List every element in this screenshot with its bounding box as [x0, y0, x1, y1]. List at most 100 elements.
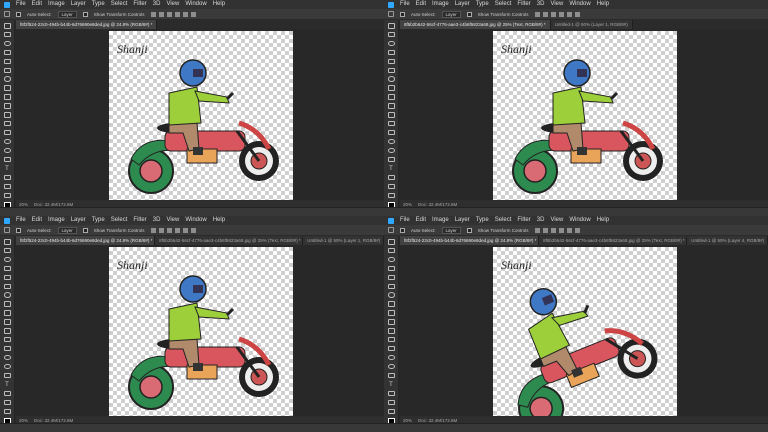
document-tab[interactable]: f8f2f524-23c0-494b-b44b-6d76690e8ded.jpg…	[16, 20, 158, 29]
align-middle-icon[interactable]	[182, 227, 188, 233]
align-right-icon[interactable]	[550, 11, 556, 17]
document-tab[interactable]: f8f2f524-23c0-494b-b44b-6d76690e8ded.jpg…	[400, 236, 540, 245]
zoom-level[interactable]: 20%	[19, 418, 28, 423]
gradient-tool-icon[interactable]	[3, 129, 11, 136]
move-tool-icon[interactable]	[387, 23, 395, 29]
layer-select[interactable]: Layer	[441, 10, 461, 18]
eyedropper-tool-icon[interactable]	[387, 76, 395, 82]
menu-edit[interactable]: Edit	[416, 216, 426, 225]
brush-tool-icon[interactable]	[387, 310, 395, 316]
menu-window[interactable]: Window	[185, 0, 206, 9]
menu-filter[interactable]: Filter	[133, 0, 146, 9]
menu-edit[interactable]: Edit	[32, 216, 42, 225]
path-select-tool-icon[interactable]	[387, 390, 395, 397]
align-top-icon[interactable]	[174, 11, 180, 17]
layer-select[interactable]: Layer	[57, 226, 77, 234]
brush-tool-icon[interactable]	[387, 94, 395, 100]
lasso-tool-icon[interactable]	[3, 40, 11, 47]
menu-file[interactable]: File	[400, 0, 410, 9]
menu-image[interactable]: Image	[48, 0, 65, 9]
stamp-tool-icon[interactable]	[3, 319, 11, 325]
menu-filter[interactable]: Filter	[517, 216, 530, 225]
menu-help[interactable]: Help	[597, 0, 609, 9]
menu-layer[interactable]: Layer	[71, 0, 86, 9]
blur-tool-icon[interactable]	[3, 354, 11, 361]
canvas[interactable]: Shanji	[109, 247, 293, 418]
document-tab[interactable]: 8f5b2b642-56cf-4776-aae3-c4b6f5823a68.jp…	[400, 20, 551, 29]
move-tool-icon[interactable]	[387, 239, 395, 245]
gradient-tool-icon[interactable]	[3, 345, 11, 352]
menu-edit[interactable]: Edit	[416, 0, 426, 9]
menu-type[interactable]: Type	[476, 0, 489, 9]
menu-type[interactable]: Type	[476, 216, 489, 225]
align-left-icon[interactable]	[150, 227, 156, 233]
type-tool-icon[interactable]: T	[5, 382, 9, 388]
menu-view[interactable]: View	[550, 0, 563, 9]
transform-controls-checkbox[interactable]	[82, 227, 88, 233]
history-brush-tool-icon[interactable]	[387, 112, 395, 118]
menu-select[interactable]: Select	[495, 216, 512, 225]
type-tool-icon[interactable]: T	[389, 166, 393, 172]
eraser-tool-icon[interactable]	[3, 336, 11, 343]
stamp-tool-icon[interactable]	[387, 103, 395, 109]
auto-select-checkbox[interactable]	[16, 11, 21, 17]
type-tool-icon[interactable]: T	[389, 382, 393, 388]
align-top-icon[interactable]	[174, 227, 180, 233]
pen-tool-icon[interactable]	[387, 156, 395, 163]
eyedropper-tool-icon[interactable]	[3, 76, 11, 82]
brush-tool-icon[interactable]	[3, 310, 11, 316]
timeline-panel[interactable]: Timeline	[384, 207, 768, 216]
dodge-tool-icon[interactable]	[387, 147, 395, 154]
gradient-tool-icon[interactable]	[387, 129, 395, 136]
lasso-tool-icon[interactable]	[387, 40, 395, 47]
menu-3d[interactable]: 3D	[153, 216, 161, 225]
eraser-tool-icon[interactable]	[3, 120, 11, 127]
menu-edit[interactable]: Edit	[32, 0, 42, 9]
menu-image[interactable]: Image	[48, 216, 65, 225]
align-bottom-icon[interactable]	[190, 227, 196, 233]
align-middle-icon[interactable]	[566, 227, 572, 233]
menu-type[interactable]: Type	[92, 216, 105, 225]
frame-tool-icon[interactable]	[3, 67, 11, 74]
canvas[interactable]: Shanji	[109, 31, 293, 202]
align-right-icon[interactable]	[166, 227, 172, 233]
align-center-icon[interactable]	[542, 11, 548, 17]
move-tool-icon[interactable]	[3, 23, 11, 29]
align-bottom-icon[interactable]	[190, 11, 196, 17]
marquee-tool-icon[interactable]	[387, 247, 395, 254]
healing-brush-tool-icon[interactable]	[3, 301, 11, 307]
eyedropper-tool-icon[interactable]	[3, 292, 11, 298]
menu-type[interactable]: Type	[92, 0, 105, 9]
auto-select-checkbox[interactable]	[400, 227, 405, 233]
menu-help[interactable]: Help	[213, 0, 225, 9]
quick-select-tool-icon[interactable]	[387, 49, 395, 56]
menu-help[interactable]: Help	[597, 216, 609, 225]
align-left-icon[interactable]	[534, 227, 540, 233]
menu-view[interactable]: View	[550, 216, 563, 225]
lasso-tool-icon[interactable]	[3, 256, 11, 263]
history-brush-tool-icon[interactable]	[3, 112, 11, 118]
hand-tool-icon[interactable]	[387, 408, 395, 415]
stamp-tool-icon[interactable]	[387, 319, 395, 325]
lasso-tool-icon[interactable]	[387, 256, 395, 263]
menu-layer[interactable]: Layer	[455, 216, 470, 225]
timeline-panel[interactable]: Timeline	[0, 207, 384, 216]
rectangle-tool-icon[interactable]	[387, 399, 395, 406]
frame-tool-icon[interactable]	[387, 283, 395, 290]
healing-brush-tool-icon[interactable]	[3, 85, 11, 91]
zoom-level[interactable]: 20%	[19, 202, 28, 207]
layer-select[interactable]: Layer	[57, 10, 77, 18]
menu-image[interactable]: Image	[432, 0, 449, 9]
align-bottom-icon[interactable]	[574, 11, 580, 17]
crop-tool-icon[interactable]	[387, 58, 395, 65]
rectangle-tool-icon[interactable]	[3, 183, 11, 190]
menu-window[interactable]: Window	[569, 0, 590, 9]
menu-select[interactable]: Select	[495, 0, 512, 9]
eraser-tool-icon[interactable]	[387, 336, 395, 343]
auto-select-checkbox[interactable]	[16, 227, 21, 233]
dodge-tool-icon[interactable]	[387, 363, 395, 370]
eraser-tool-icon[interactable]	[387, 120, 395, 127]
history-brush-tool-icon[interactable]	[3, 328, 11, 334]
type-tool-icon[interactable]: T	[5, 166, 9, 172]
menu-3d[interactable]: 3D	[537, 0, 545, 9]
